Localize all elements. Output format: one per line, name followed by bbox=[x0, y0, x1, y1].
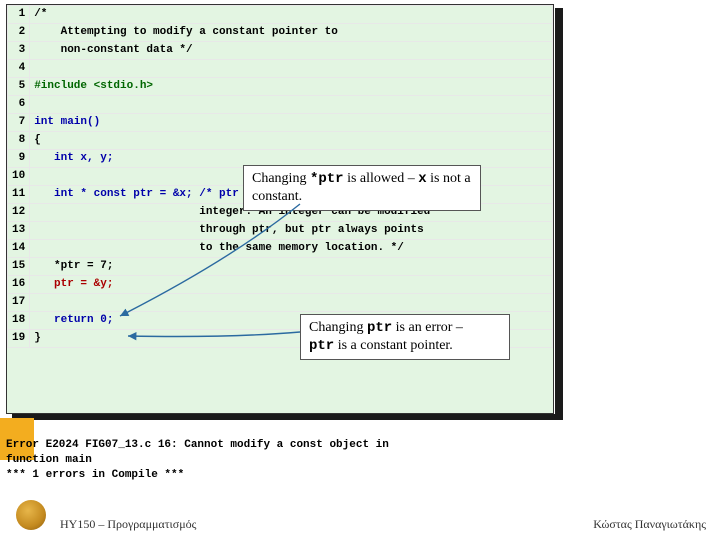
line-number: 9 bbox=[8, 150, 30, 168]
err-l2: function main bbox=[6, 454, 92, 466]
code-cell: /* bbox=[30, 6, 553, 24]
code-cell bbox=[30, 96, 553, 114]
code-line: 2 Attempting to modify a constant pointe… bbox=[8, 24, 553, 42]
line-number: 11 bbox=[8, 186, 30, 204]
code-cell bbox=[30, 294, 553, 312]
line-number: 4 bbox=[8, 60, 30, 78]
err-l1: Error E2024 FIG07_13.c 16: Cannot modify… bbox=[6, 439, 389, 451]
code-cell bbox=[30, 60, 553, 78]
line-number: 17 bbox=[8, 294, 30, 312]
compiler-error: Error E2024 FIG07_13.c 16: Cannot modify… bbox=[6, 438, 389, 483]
c2-t1: Changing bbox=[309, 320, 367, 335]
code-cell: { bbox=[30, 132, 553, 150]
code-line: 5#include <stdio.h> bbox=[8, 78, 553, 96]
line-number: 3 bbox=[8, 42, 30, 60]
c1-t2: is allowed – bbox=[344, 171, 419, 186]
code-cell: int main() bbox=[30, 114, 553, 132]
logo-icon bbox=[16, 500, 46, 530]
code-line: 13 through ptr, but ptr always points bbox=[8, 222, 553, 240]
line-number: 7 bbox=[8, 114, 30, 132]
code-cell: non-constant data */ bbox=[30, 42, 553, 60]
footer-course: ΗΥ150 – Προγραμματισμός bbox=[60, 517, 196, 532]
code-cell: *ptr = 7; bbox=[30, 258, 553, 276]
code-line: 8{ bbox=[8, 132, 553, 150]
line-number: 19 bbox=[8, 330, 30, 348]
c1-code1: *ptr bbox=[310, 171, 344, 187]
line-number: 15 bbox=[8, 258, 30, 276]
callout-change-ptr: Changing ptr is an error – ptr is a cons… bbox=[300, 314, 510, 360]
c2-t2: is an error – bbox=[392, 320, 463, 335]
code-cell: ptr = &y; bbox=[30, 276, 553, 294]
code-line: 4 bbox=[8, 60, 553, 78]
code-cell: #include <stdio.h> bbox=[30, 78, 553, 96]
code-line: 1/* bbox=[8, 6, 553, 24]
c2-code1: ptr bbox=[367, 320, 392, 336]
line-number: 14 bbox=[8, 240, 30, 258]
line-number: 1 bbox=[8, 6, 30, 24]
code-line: 6 bbox=[8, 96, 553, 114]
code-line: 16 ptr = &y; bbox=[8, 276, 553, 294]
c1-code2: x bbox=[418, 171, 426, 187]
footer-author: Κώστας Παναγιωτάκης bbox=[593, 517, 706, 532]
line-number: 5 bbox=[8, 78, 30, 96]
code-shadow-right bbox=[555, 8, 563, 416]
c1-t1: Changing bbox=[252, 171, 310, 186]
code-line: 15 *ptr = 7; bbox=[8, 258, 553, 276]
slide: 1/*2 Attempting to modify a constant poi… bbox=[0, 0, 720, 540]
code-cell: Attempting to modify a constant pointer … bbox=[30, 24, 553, 42]
code-line: 3 non-constant data */ bbox=[8, 42, 553, 60]
code-shadow-bottom bbox=[12, 414, 563, 420]
line-number: 13 bbox=[8, 222, 30, 240]
code-cell: to the same memory location. */ bbox=[30, 240, 553, 258]
code-line: 7int main() bbox=[8, 114, 553, 132]
c2-t3: is a constant pointer. bbox=[334, 338, 453, 353]
code-cell: through ptr, but ptr always points bbox=[30, 222, 553, 240]
line-number: 18 bbox=[8, 312, 30, 330]
code-line: 14 to the same memory location. */ bbox=[8, 240, 553, 258]
err-l3: *** 1 errors in Compile *** bbox=[6, 469, 184, 481]
callout-change-star-ptr: Changing *ptr is allowed – x is not a co… bbox=[243, 165, 481, 211]
c2-code2: ptr bbox=[309, 338, 334, 354]
line-number: 8 bbox=[8, 132, 30, 150]
line-number: 6 bbox=[8, 96, 30, 114]
line-number: 16 bbox=[8, 276, 30, 294]
line-number: 12 bbox=[8, 204, 30, 222]
code-line: 17 bbox=[8, 294, 553, 312]
line-number: 2 bbox=[8, 24, 30, 42]
line-number: 10 bbox=[8, 168, 30, 186]
